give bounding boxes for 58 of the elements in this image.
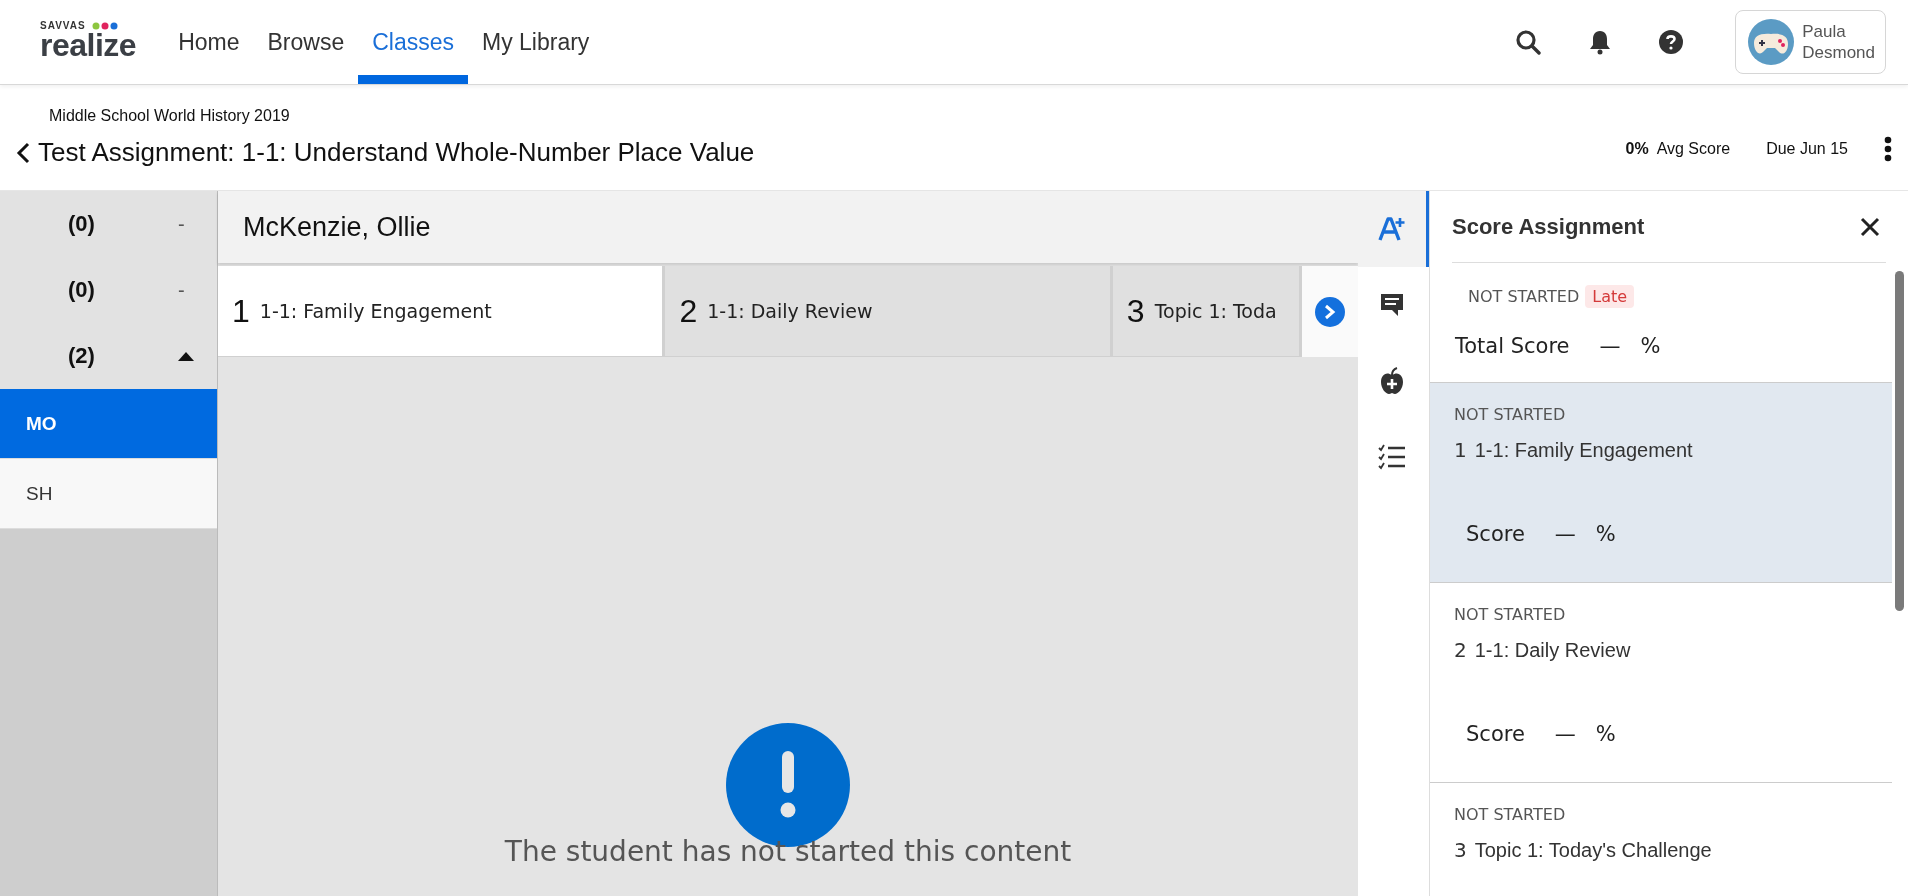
percent-unit: % bbox=[1640, 334, 1661, 358]
percent-unit: % bbox=[1595, 722, 1616, 746]
late-badge: Late bbox=[1585, 285, 1635, 308]
next-button[interactable] bbox=[1315, 296, 1345, 327]
avatar-icon bbox=[1748, 19, 1795, 65]
score-value: — bbox=[1554, 722, 1576, 746]
status-label: NOT STARTED bbox=[1468, 287, 1580, 306]
apple-plus-icon bbox=[1380, 367, 1404, 395]
content-tab[interactable]: 1 1-1: Family Engagement bbox=[218, 266, 666, 357]
item-number: 2 bbox=[1454, 638, 1467, 662]
nav-tab[interactable]: Classes bbox=[358, 0, 468, 84]
score-label: Score bbox=[1466, 722, 1525, 746]
content-tab[interactable]: 3 Topic 1: Toda bbox=[1112, 266, 1302, 357]
avg-score: 0% Avg Score bbox=[1625, 140, 1731, 158]
student-item[interactable]: SH bbox=[0, 459, 217, 529]
caret-up-icon[interactable] bbox=[178, 351, 194, 361]
nav-tab[interactable]: Browse bbox=[253, 0, 359, 84]
comment-icon bbox=[1379, 292, 1405, 318]
group-count: (2) bbox=[68, 343, 96, 369]
item-title: 1-1: Family Engagement bbox=[1474, 439, 1693, 462]
content-tab[interactable]: 2 1-1: Daily Review bbox=[665, 266, 1113, 357]
score-value: — bbox=[1554, 522, 1576, 546]
item-number: 1 bbox=[1454, 438, 1467, 462]
group-dash: - bbox=[178, 278, 185, 302]
student-name: McKenzie, Ollie bbox=[218, 191, 1358, 263]
chevron-right-icon bbox=[1323, 303, 1337, 320]
grade-icon bbox=[1378, 216, 1406, 242]
user-menu-button[interactable]: Paula Desmond bbox=[1735, 10, 1886, 74]
panel-title: Score Assignment bbox=[1452, 213, 1645, 240]
score-label: Score bbox=[1466, 522, 1525, 546]
item-title: Topic 1: Today's Challenge bbox=[1474, 839, 1712, 862]
nav-tab[interactable]: My Library bbox=[468, 0, 604, 84]
nav-tab[interactable]: Home bbox=[164, 0, 254, 84]
status-label: NOT STARTED bbox=[1454, 405, 1566, 424]
status-label: NOT STARTED bbox=[1454, 605, 1566, 624]
due-date: Due Jun 15 bbox=[1766, 140, 1848, 158]
group-count: (0) bbox=[68, 277, 96, 303]
back-icon[interactable] bbox=[16, 141, 30, 164]
logo[interactable]: SAVVAS realize bbox=[40, 20, 137, 64]
empty-message: The student has not started this content bbox=[504, 835, 1072, 868]
score-value: — bbox=[1599, 334, 1621, 358]
score-item[interactable]: NOT STARTED 1 1-1: Family Engagement Score — % bbox=[1430, 383, 1892, 583]
student-item[interactable]: MO bbox=[0, 389, 217, 459]
total-score-label: Total Score bbox=[1455, 334, 1570, 358]
percent-unit: % bbox=[1595, 522, 1616, 546]
checklist-icon bbox=[1378, 444, 1406, 470]
logo-brand: SAVVAS bbox=[40, 20, 86, 31]
assignment-title: Test Assignment: 1-1: Understand Whole-Number Place Value bbox=[38, 137, 755, 168]
item-number: 3 bbox=[1454, 838, 1467, 862]
scrollbar[interactable] bbox=[1895, 271, 1904, 611]
course-name: Middle School World History 2019 bbox=[49, 107, 291, 125]
status-label: NOT STARTED bbox=[1454, 805, 1566, 824]
group-dash: - bbox=[178, 212, 185, 236]
more-icon[interactable] bbox=[1884, 136, 1892, 162]
user-name: Paula Desmond bbox=[1802, 21, 1875, 62]
group-count: (0) bbox=[68, 211, 96, 237]
logo-dots-icon bbox=[91, 21, 118, 30]
item-title: 1-1: Daily Review bbox=[1474, 639, 1631, 662]
